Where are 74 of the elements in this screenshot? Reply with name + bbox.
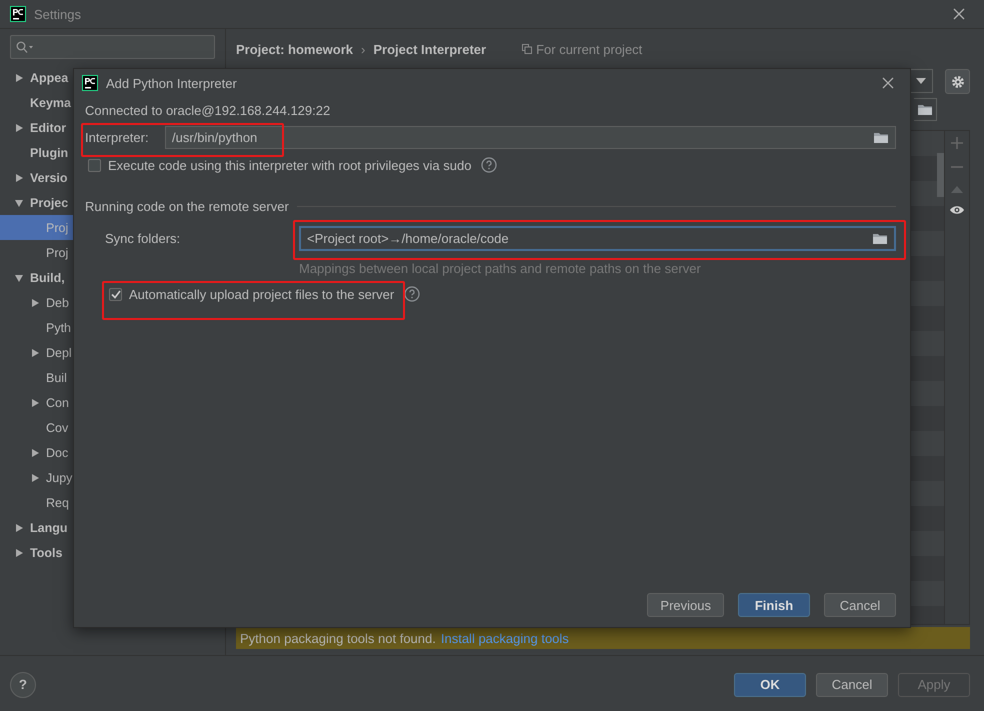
field-label: Sync folders: bbox=[105, 231, 182, 246]
expand-arrow-icon[interactable] bbox=[30, 348, 40, 358]
app-logo-icon bbox=[10, 6, 26, 22]
browse-button[interactable] bbox=[914, 98, 937, 121]
sidebar-item[interactable]: Tools bbox=[30, 546, 62, 560]
folder-icon[interactable] bbox=[873, 131, 889, 144]
help-button[interactable]: ? bbox=[10, 672, 36, 698]
search-field[interactable] bbox=[10, 35, 215, 59]
copy-icon bbox=[522, 44, 532, 54]
breadcrumb-item: Project Interpreter bbox=[373, 42, 486, 56]
help-icon[interactable] bbox=[481, 157, 498, 173]
expand-arrow-icon[interactable] bbox=[30, 472, 40, 482]
eye-icon[interactable] bbox=[950, 205, 964, 215]
dialog-button[interactable]: Previous bbox=[647, 593, 724, 617]
field-hint: Mappings between local project paths and remote paths on the server bbox=[299, 261, 702, 276]
sidebar-item[interactable]: Projec bbox=[30, 196, 68, 210]
expand-arrow-icon[interactable] bbox=[14, 172, 24, 182]
dialog-button[interactable]: Cancel bbox=[816, 672, 888, 696]
section-title: Running code on the remote server bbox=[85, 199, 289, 214]
expand-arrow-icon[interactable] bbox=[30, 298, 40, 308]
expand-arrow-icon[interactable] bbox=[14, 522, 24, 532]
interpreter-field[interactable]: /usr/bin/python bbox=[165, 126, 896, 149]
settings-button[interactable] bbox=[945, 69, 970, 94]
dialog-button[interactable]: Finish bbox=[738, 593, 810, 617]
checkbox-label: Execute code using this interpreter with root privileges via sudo bbox=[108, 158, 472, 172]
expand-arrow-icon[interactable] bbox=[14, 122, 24, 132]
checkbox[interactable] bbox=[109, 288, 122, 300]
close-icon[interactable] bbox=[882, 77, 894, 89]
checkbox[interactable] bbox=[88, 158, 101, 172]
sidebar-item[interactable]: Proj bbox=[46, 246, 68, 260]
sidebar-item[interactable]: Cov bbox=[46, 420, 68, 434]
sidebar-item[interactable]: Plugin bbox=[30, 146, 68, 160]
checkbox-label: Automatically upload project files to the server bbox=[129, 286, 394, 302]
warning-text: Python packaging tools not found. bbox=[240, 630, 436, 646]
sidebar-item[interactable]: Req bbox=[46, 496, 69, 510]
sidebar-item[interactable]: Depl bbox=[46, 346, 72, 360]
folder-icon[interactable] bbox=[917, 103, 933, 116]
scope-note: For current project bbox=[536, 42, 642, 56]
app-logo-icon bbox=[82, 75, 98, 91]
caret-icon bbox=[916, 78, 926, 84]
dialog-button[interactable]: Cancel bbox=[824, 593, 896, 617]
folder-icon[interactable] bbox=[872, 232, 888, 245]
sidebar-item[interactable]: Build, bbox=[30, 270, 65, 284]
dialog-title: Add Python Interpreter bbox=[106, 76, 237, 90]
expand-arrow-icon[interactable] bbox=[14, 72, 24, 82]
expand-arrow-icon[interactable] bbox=[30, 398, 40, 408]
expand-arrow-icon[interactable] bbox=[30, 448, 40, 458]
sidebar-item[interactable]: Jupy bbox=[46, 470, 72, 484]
sidebar-item[interactable]: Buil bbox=[46, 370, 67, 384]
sidebar-item[interactable]: Pyth bbox=[46, 320, 72, 334]
collapse-arrow-icon[interactable] bbox=[14, 198, 24, 208]
field-label: Interpreter: bbox=[85, 130, 150, 145]
search-icon bbox=[16, 41, 34, 53]
settings-icon bbox=[950, 74, 964, 88]
collapse-arrow-icon[interactable] bbox=[14, 272, 24, 282]
interpreter-dropdown[interactable] bbox=[910, 69, 933, 93]
sidebar-item[interactable]: Appea bbox=[30, 70, 68, 84]
sidebar-item[interactable]: Doc bbox=[46, 446, 68, 460]
breadcrumb-item: Project: homework bbox=[236, 42, 354, 56]
sidebar-item[interactable]: Deb bbox=[46, 296, 69, 310]
dialog-button[interactable]: OK bbox=[734, 672, 806, 696]
sidebar-item[interactable]: Langu bbox=[30, 520, 68, 534]
sidebar-item[interactable]: Con bbox=[46, 396, 69, 410]
connection-text: Connected to oracle@192.168.244.129:22 bbox=[85, 103, 332, 118]
scrollbar-thumb[interactable] bbox=[937, 153, 944, 197]
sidebar-item[interactable]: Keyma bbox=[30, 96, 71, 110]
close-icon[interactable] bbox=[952, 7, 966, 21]
sidebar-item[interactable]: Versio bbox=[30, 170, 68, 184]
window-title: Settings bbox=[34, 6, 81, 22]
sync-folders-field[interactable]: <Project root>→/home/oracle/code bbox=[299, 226, 896, 251]
sidebar-item[interactable]: Editor bbox=[30, 120, 66, 134]
help-icon[interactable] bbox=[404, 286, 420, 302]
breadcrumb-separator: › bbox=[361, 42, 366, 56]
expand-arrow-icon[interactable] bbox=[14, 548, 24, 558]
